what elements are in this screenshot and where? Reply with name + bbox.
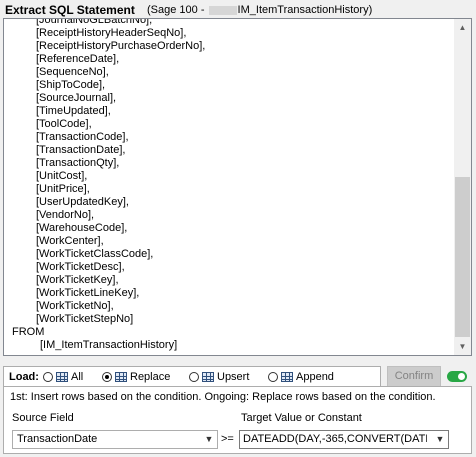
radio-append[interactable] [268,372,278,382]
sql-field-line: [ShipToCode], [36,79,106,91]
load-hint-text: 1st: Insert rows based on the condition.… [10,391,436,403]
source-field-label: Source Field [12,412,74,424]
sql-field-line: [TransactionDate], [36,144,126,156]
chevron-down-icon[interactable]: ▼ [203,431,215,448]
source-field-value: TransactionDate [17,433,98,445]
target-value-text[interactable]: DATEADD(DAY,-365,CONVERT(DATE [243,431,427,448]
enable-toggle[interactable] [447,371,467,382]
chevron-down-icon[interactable]: ▼ [434,431,446,448]
subtitle-table: IM_ItemTransactionHistory) [237,4,373,16]
sql-editor[interactable]: [JournalNoGLBatchNo], [ReceiptHistoryHead… [3,18,472,356]
sql-field-line: [ReceiptHistoryPurchaseOrderNo], [36,40,206,52]
radio-replace[interactable] [102,372,112,382]
table-grid-icon [56,372,68,382]
sql-field-line: [TimeUpdated], [36,105,111,117]
table-grid-icon [115,372,127,382]
scroll-down-icon[interactable]: ▼ [454,338,471,355]
sql-field-line: [WorkTicketKey], [36,274,119,286]
scroll-up-icon[interactable]: ▲ [454,19,471,36]
target-value-combo[interactable]: DATEADD(DAY,-365,CONVERT(DATE ▼ [239,430,449,449]
subtitle-prefix: (Sage 100 - [147,4,205,16]
sql-field-line: [SequenceNo], [36,66,109,78]
radio-all[interactable] [43,372,53,382]
load-option-all[interactable]: All [43,371,83,383]
window-subtitle: (Sage 100 - IM_ItemTransactionHistory) [147,4,372,16]
table-grid-icon [202,372,214,382]
confirm-button[interactable]: Confirm [387,366,441,387]
load-label: Load: [9,371,39,383]
scrollbar-thumb[interactable] [455,177,470,337]
sql-field-line: [UnitCost], [36,170,88,182]
vertical-scrollbar[interactable]: ▲ ▼ [454,19,471,355]
title-bar: Extract SQL Statement (Sage 100 - IM_Ite… [0,0,476,20]
radio-upsert[interactable] [189,372,199,382]
sql-field-line: [WorkCenter], [36,235,104,247]
sql-field-line: [WarehouseCode], [36,222,128,234]
sql-field-line: [WorkTicketStepNo] [36,313,134,325]
load-option-append-label: Append [296,371,334,383]
condition-panel: 1st: Insert rows based on the condition.… [3,386,472,454]
sql-field-line: [ReceiptHistoryHeaderSeqNo], [36,27,187,39]
sql-field-line: [WorkTicketClassCode], [36,248,154,260]
load-option-upsert[interactable]: Upsert [189,371,249,383]
sql-field-line: [ReferenceDate], [36,53,120,65]
sql-keyword-line: FROM [12,326,45,338]
sql-field-line: [VendorNo], [36,209,95,221]
source-field-select[interactable]: TransactionDate ▼ [12,430,218,449]
load-option-replace[interactable]: Replace [102,371,170,383]
sql-field-line: [TransactionQty], [36,157,120,169]
load-option-append[interactable]: Append [268,371,334,383]
redacted-company [208,5,237,15]
sql-field-line: [WorkTicketDesc], [36,261,125,273]
window-title: Extract SQL Statement [5,3,135,17]
table-grid-icon [281,372,293,382]
sql-table-line: [IM_ItemTransactionHistory] [40,339,178,351]
target-value-label: Target Value or Constant [241,412,362,424]
sql-field-line: [UnitPrice], [36,183,90,195]
sql-field-line: [SourceJournal], [36,92,117,104]
sql-field-line: [WorkTicketLineKey], [36,287,140,299]
load-option-upsert-label: Upsert [217,371,250,383]
load-option-all-label: All [71,371,84,383]
load-option-replace-label: Replace [130,371,171,383]
sql-field-line: [WorkTicketNo], [36,300,114,312]
operator-label: >= [221,433,234,445]
sql-field-line: [TransactionCode], [36,131,129,143]
sql-field-line: [JournalNoGLBatchNo], [36,18,153,26]
sql-field-line: [ToolCode], [36,118,92,130]
sql-text[interactable]: [JournalNoGLBatchNo], [ReceiptHistoryHead… [12,18,206,352]
load-mode-group: Load: All Replace Upsert Append [3,366,381,387]
sql-field-line: [UserUpdatedKey], [36,196,129,208]
